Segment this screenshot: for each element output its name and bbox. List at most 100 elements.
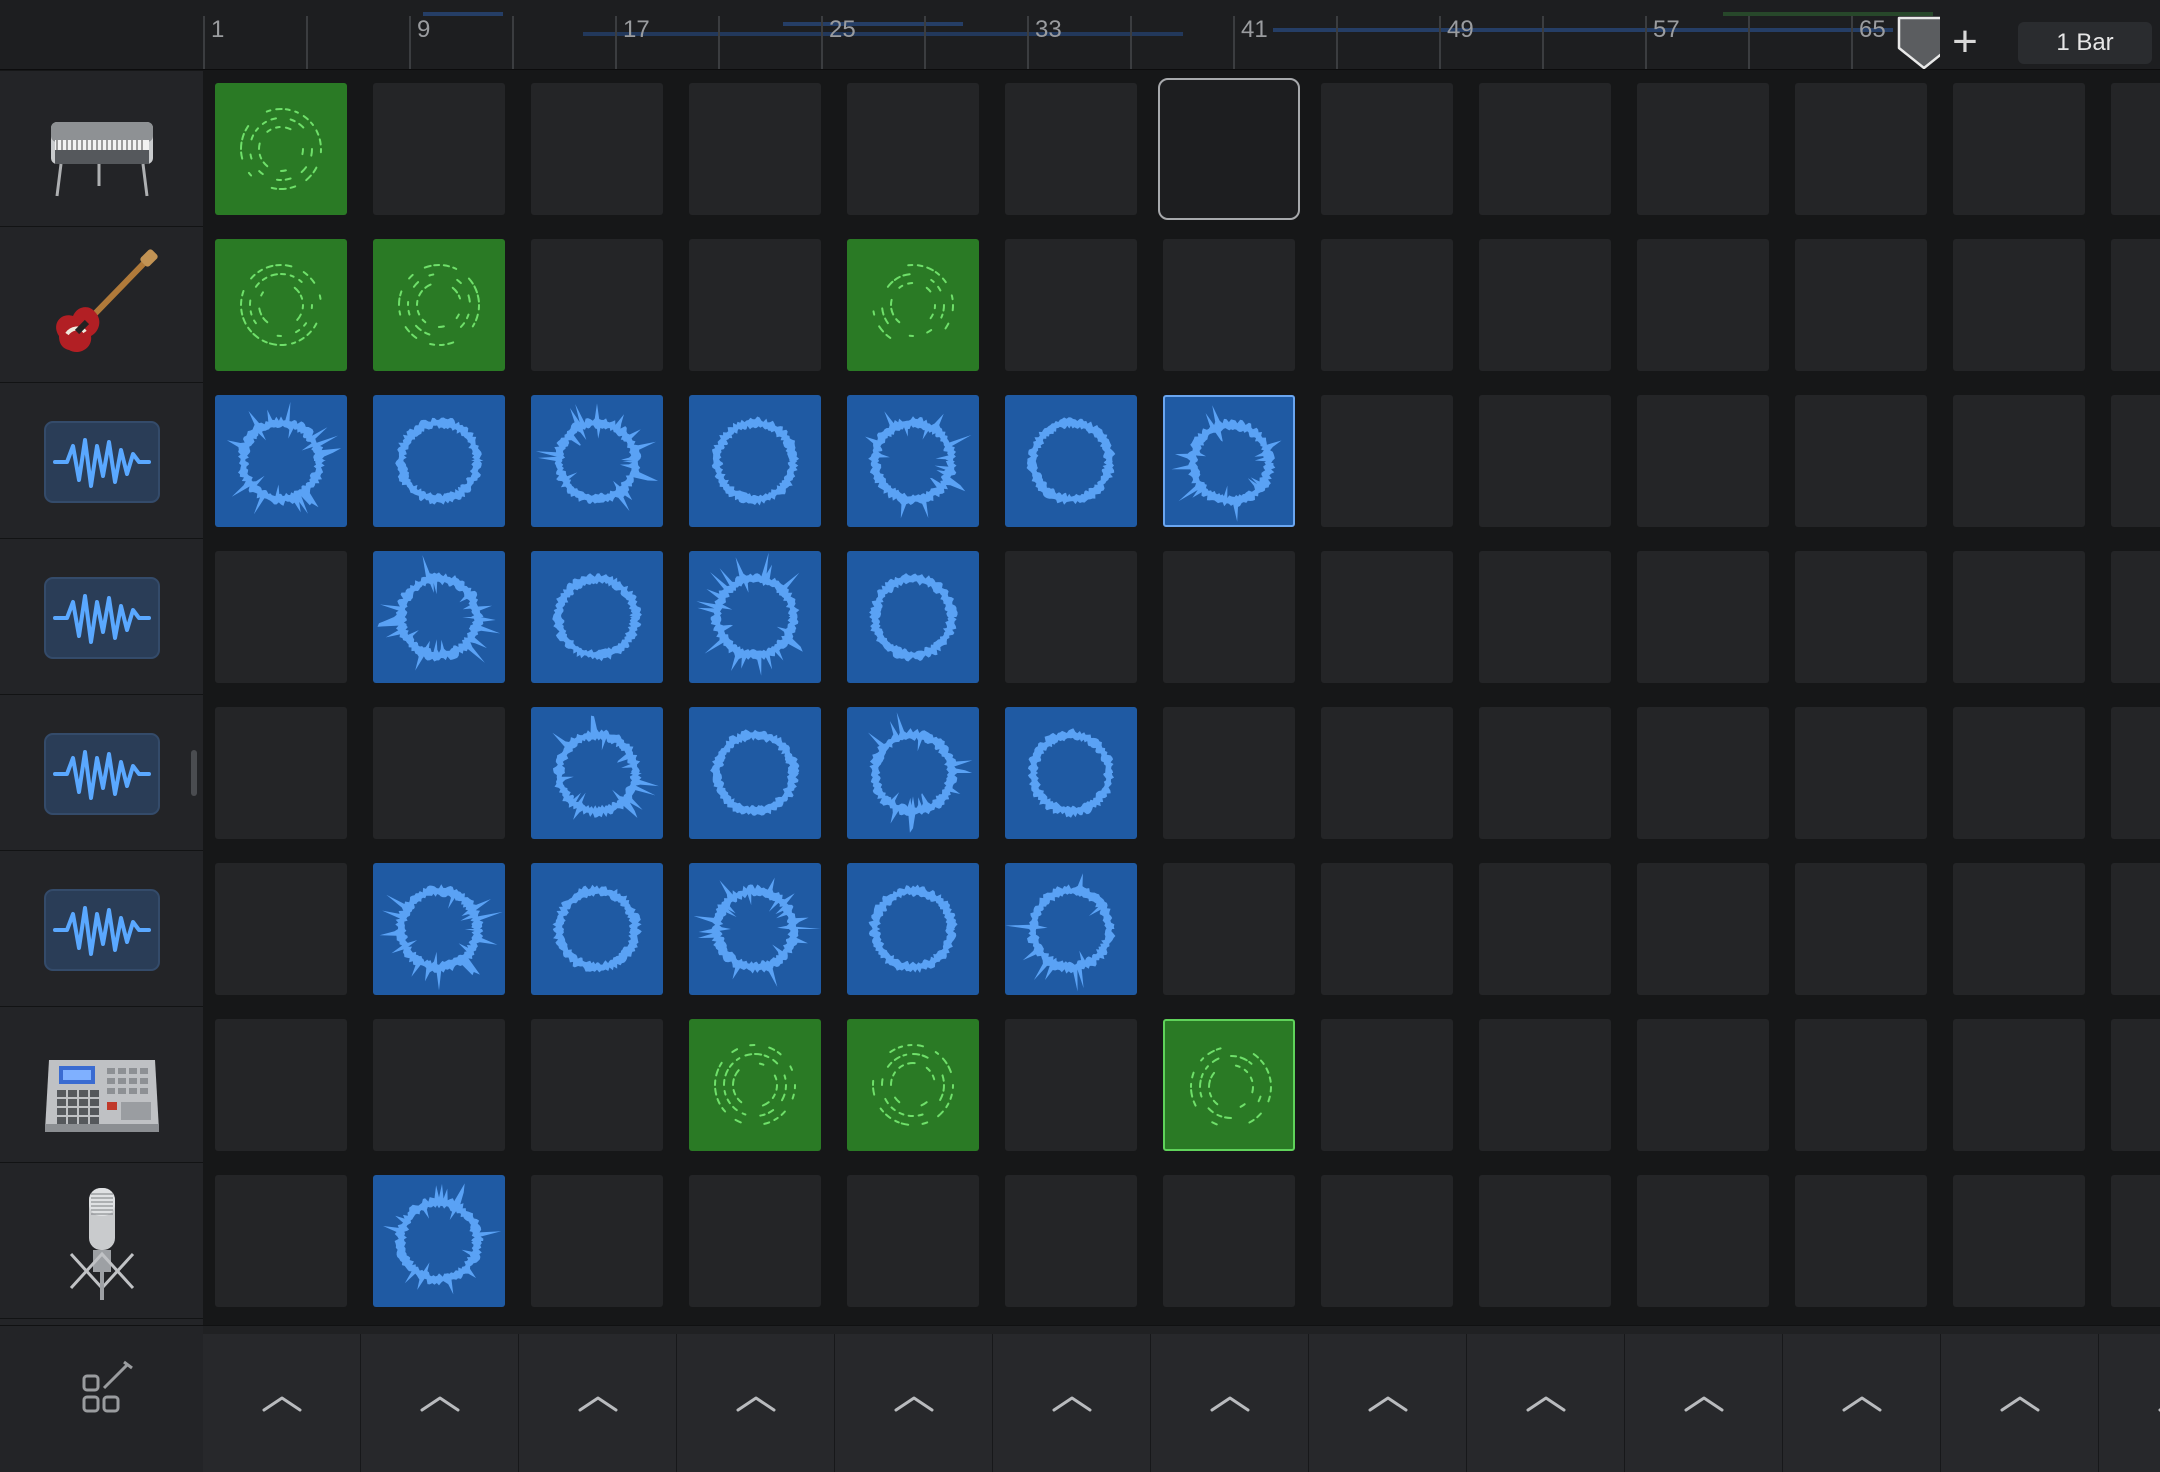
empty-cell[interactable] — [1795, 1019, 1927, 1151]
track-header-audio-track-2[interactable] — [0, 539, 203, 695]
empty-cell[interactable] — [1479, 395, 1611, 527]
empty-cell[interactable] — [215, 1175, 347, 1307]
empty-cell[interactable] — [531, 239, 663, 371]
add-section-button[interactable]: + — [1940, 14, 1990, 70]
empty-cell[interactable] — [1005, 83, 1137, 215]
track-header-audio-track-3[interactable] — [0, 695, 203, 851]
audio-loop-cell[interactable] — [373, 1175, 505, 1307]
track-header-audio-track-1[interactable] — [0, 383, 203, 539]
midi-loop-cell[interactable] — [215, 239, 347, 371]
empty-cell[interactable] — [2111, 395, 2160, 527]
column-trigger-button[interactable] — [2099, 1334, 2160, 1472]
empty-cell[interactable] — [2111, 551, 2160, 683]
empty-cell[interactable] — [1795, 1175, 1927, 1307]
empty-cell[interactable] — [531, 83, 663, 215]
midi-loop-cell[interactable] — [847, 239, 979, 371]
empty-cell[interactable] — [689, 83, 821, 215]
column-trigger-button[interactable] — [1625, 1334, 1783, 1472]
empty-cell[interactable] — [1953, 1019, 2085, 1151]
empty-cell[interactable] — [2111, 863, 2160, 995]
track-header-electric-piano[interactable] — [0, 71, 203, 227]
empty-cell[interactable] — [1321, 551, 1453, 683]
audio-loop-cell[interactable] — [1005, 707, 1137, 839]
empty-cell[interactable] — [1637, 1175, 1769, 1307]
empty-cell[interactable] — [1953, 707, 2085, 839]
resize-handle[interactable] — [191, 750, 197, 796]
empty-cell[interactable] — [1321, 1175, 1453, 1307]
empty-cell[interactable] — [1321, 83, 1453, 215]
empty-cell[interactable] — [1795, 239, 1927, 371]
empty-cell[interactable] — [1795, 707, 1927, 839]
empty-cell[interactable] — [1321, 239, 1453, 371]
selected-empty-cell[interactable] — [1158, 78, 1300, 220]
empty-cell[interactable] — [373, 83, 505, 215]
empty-cell[interactable] — [2111, 1175, 2160, 1307]
column-trigger-button[interactable] — [993, 1334, 1151, 1472]
empty-cell[interactable] — [1637, 83, 1769, 215]
column-trigger-button[interactable] — [835, 1334, 993, 1472]
audio-loop-cell[interactable] — [847, 707, 979, 839]
column-trigger-button[interactable] — [1783, 1334, 1941, 1472]
midi-loop-cell[interactable] — [373, 239, 505, 371]
empty-cell[interactable] — [1637, 707, 1769, 839]
column-trigger-button[interactable] — [1309, 1334, 1467, 1472]
audio-loop-cell[interactable] — [689, 707, 821, 839]
empty-cell[interactable] — [1479, 1019, 1611, 1151]
track-header-audio-track-4[interactable] — [0, 851, 203, 1007]
empty-cell[interactable] — [1637, 863, 1769, 995]
empty-cell[interactable] — [847, 83, 979, 215]
empty-cell[interactable] — [1321, 863, 1453, 995]
empty-cell[interactable] — [1163, 707, 1295, 839]
audio-loop-cell[interactable] — [215, 395, 347, 527]
empty-cell[interactable] — [1163, 239, 1295, 371]
empty-cell[interactable] — [531, 1175, 663, 1307]
empty-cell[interactable] — [373, 707, 505, 839]
audio-loop-cell[interactable] — [531, 863, 663, 995]
empty-cell[interactable] — [1479, 863, 1611, 995]
empty-cell[interactable] — [531, 1019, 663, 1151]
empty-cell[interactable] — [1479, 239, 1611, 371]
audio-loop-cell[interactable] — [373, 863, 505, 995]
audio-loop-cell[interactable] — [1005, 863, 1137, 995]
track-header-drum-machine[interactable] — [0, 1007, 203, 1163]
bar-ruler[interactable]: 1 9 17 25 33 41 49 57 65 — [203, 0, 1940, 70]
empty-cell[interactable] — [215, 707, 347, 839]
column-trigger-button[interactable] — [677, 1334, 835, 1472]
empty-cell[interactable] — [1953, 863, 2085, 995]
playhead-marker[interactable] — [1897, 16, 1940, 70]
column-trigger-button[interactable] — [1941, 1334, 2099, 1472]
empty-cell[interactable] — [847, 1175, 979, 1307]
audio-loop-cell[interactable] — [689, 863, 821, 995]
empty-cell[interactable] — [1953, 83, 2085, 215]
empty-cell[interactable] — [215, 551, 347, 683]
empty-cell[interactable] — [2111, 707, 2160, 839]
audio-loop-cell[interactable] — [531, 551, 663, 683]
empty-cell[interactable] — [1637, 551, 1769, 683]
empty-cell[interactable] — [2111, 83, 2160, 215]
empty-cell[interactable] — [1953, 551, 2085, 683]
empty-cell[interactable] — [1479, 551, 1611, 683]
audio-loop-cell[interactable] — [847, 551, 979, 683]
empty-cell[interactable] — [2111, 239, 2160, 371]
empty-cell[interactable] — [2111, 1019, 2160, 1151]
midi-loop-cell[interactable] — [215, 83, 347, 215]
empty-cell[interactable] — [1953, 1175, 2085, 1307]
audio-loop-cell[interactable] — [531, 707, 663, 839]
empty-cell[interactable] — [1637, 239, 1769, 371]
empty-cell[interactable] — [1005, 1175, 1137, 1307]
audio-loop-cell[interactable] — [689, 551, 821, 683]
empty-cell[interactable] — [1637, 1019, 1769, 1151]
midi-loop-cell[interactable] — [689, 1019, 821, 1151]
empty-cell[interactable] — [1163, 863, 1295, 995]
track-header-microphone[interactable] — [0, 1163, 203, 1319]
audio-loop-cell[interactable] — [1005, 395, 1137, 527]
empty-cell[interactable] — [1005, 551, 1137, 683]
empty-cell[interactable] — [1953, 239, 2085, 371]
empty-cell[interactable] — [1795, 395, 1927, 527]
edit-cells-icon[interactable] — [0, 1326, 203, 1472]
audio-loop-cell[interactable] — [1163, 395, 1295, 527]
audio-loop-cell[interactable] — [373, 551, 505, 683]
column-trigger-button[interactable] — [519, 1334, 677, 1472]
empty-cell[interactable] — [1479, 83, 1611, 215]
column-trigger-button[interactable] — [361, 1334, 519, 1472]
